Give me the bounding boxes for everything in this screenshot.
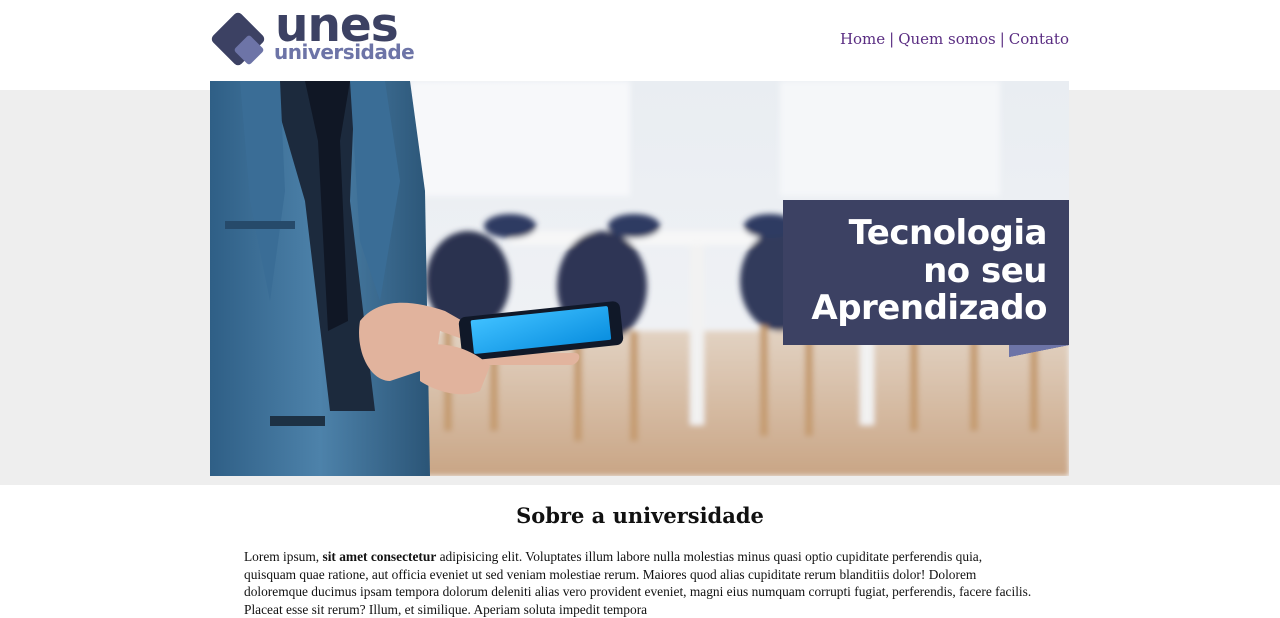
banner-caption-line: Aprendizado	[811, 288, 1047, 328]
banner-caption-line: Tecnologia	[848, 213, 1048, 253]
site-header: unes universidade Home | Quem somos | Contat…	[0, 0, 1280, 81]
logo-subtitle: universidade	[274, 40, 415, 64]
nav-link-home[interactable]: Home	[840, 30, 885, 48]
nav-link-contato[interactable]: Contato	[1009, 30, 1069, 48]
banner-caption: Tecnologia no seu Aprendizado	[783, 200, 1069, 345]
nav-separator: |	[889, 30, 895, 48]
about-section-title: Sobre a universidade	[516, 503, 764, 528]
hero-banner: Tecnologia no seu Aprendizado	[210, 81, 1069, 476]
banner-caption-line: no seu	[923, 251, 1047, 291]
site-logo[interactable]: unes universidade	[210, 2, 420, 70]
nav-link-quem-somos[interactable]: Quem somos	[898, 30, 996, 48]
main-nav: Home | Quem somos | Contato	[840, 30, 1069, 48]
about-text-intro: Lorem ipsum,	[244, 549, 323, 564]
about-text-bold: sit amet consectetur	[322, 549, 437, 564]
nav-separator: |	[999, 30, 1005, 48]
banner-caption-accent	[1009, 345, 1069, 357]
logo-diamond-icon	[211, 12, 265, 66]
